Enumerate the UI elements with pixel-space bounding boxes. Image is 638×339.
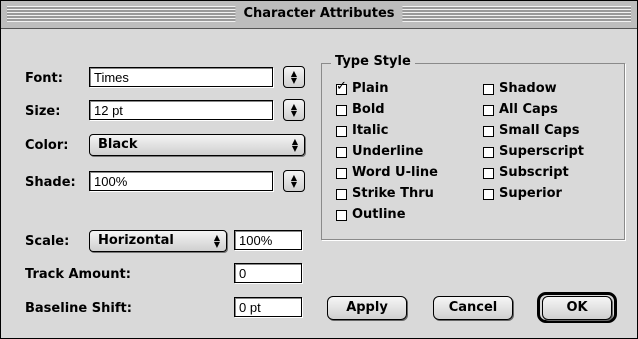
checkbox-box xyxy=(483,104,494,116)
checkmark-icon: ✓ xyxy=(336,78,347,94)
scale-mode-popup[interactable]: Horizontal ▲ ▼ xyxy=(89,230,227,252)
outline-label: Outline xyxy=(352,207,406,222)
font-field[interactable]: Times xyxy=(89,67,273,87)
font-menu-button[interactable]: ▲ ▼ xyxy=(283,66,305,88)
font-label: Font: xyxy=(25,71,63,86)
checkbox-box xyxy=(336,209,347,221)
checkbox-box xyxy=(336,104,347,116)
type-style-label: Type Style xyxy=(331,54,415,70)
track-amount-field[interactable]: 0 xyxy=(234,263,302,283)
up-down-arrows-icon: ▲ ▼ xyxy=(290,173,298,189)
checkbox-box xyxy=(483,167,494,179)
ok-button[interactable]: OK xyxy=(542,296,612,320)
bold-checkbox[interactable]: Bold xyxy=(336,102,385,118)
up-down-arrows-icon: ▲ ▼ xyxy=(290,69,298,85)
strike-thru-label: Strike Thru xyxy=(352,186,434,201)
baseline-shift-field[interactable]: 0 pt xyxy=(234,297,302,317)
small-caps-label: Small Caps xyxy=(499,123,580,138)
apply-button[interactable]: Apply xyxy=(327,296,407,320)
word-underline-label: Word U-line xyxy=(352,165,438,180)
shade-menu-button[interactable]: ▲ ▼ xyxy=(283,170,305,192)
character-attributes-dialog: Character Attributes Font: Times ▲ ▼ Size… xyxy=(0,0,638,339)
checkbox-box xyxy=(336,188,347,200)
up-down-arrows-icon: ▲ ▼ xyxy=(213,233,220,249)
up-down-arrows-icon: ▲ ▼ xyxy=(290,102,298,118)
shadow-checkbox[interactable]: Shadow xyxy=(483,81,557,97)
up-down-arrows-icon: ▲ ▼ xyxy=(291,137,298,153)
plain-label: Plain xyxy=(352,81,389,96)
superior-checkbox[interactable]: Superior xyxy=(483,186,562,202)
outline-checkbox[interactable]: Outline xyxy=(336,207,406,223)
underline-checkbox[interactable]: Underline xyxy=(336,144,423,160)
all-caps-label: All Caps xyxy=(499,102,558,117)
track-amount-label: Track Amount: xyxy=(25,267,131,282)
size-menu-button[interactable]: ▲ ▼ xyxy=(283,99,305,121)
scale-field[interactable]: 100% xyxy=(234,230,302,250)
scale-mode-value: Horizontal xyxy=(98,233,174,248)
checkbox-box xyxy=(483,188,494,200)
checkbox-box xyxy=(336,146,347,158)
title-bar[interactable]: Character Attributes xyxy=(1,1,637,29)
scale-label: Scale: xyxy=(25,234,70,249)
subscript-checkbox[interactable]: Subscript xyxy=(483,165,569,181)
window-title: Character Attributes xyxy=(235,5,403,23)
size-field[interactable]: 12 pt xyxy=(89,100,273,120)
shadow-label: Shadow xyxy=(499,81,557,96)
italic-checkbox[interactable]: Italic xyxy=(336,123,388,139)
size-label: Size: xyxy=(25,104,61,119)
small-caps-checkbox[interactable]: Small Caps xyxy=(483,123,579,139)
italic-label: Italic xyxy=(352,123,389,138)
checkbox-box: ✓ xyxy=(336,80,347,95)
color-label: Color: xyxy=(25,138,69,153)
checkbox-box xyxy=(336,125,347,137)
strike-thru-checkbox[interactable]: Strike Thru xyxy=(336,186,434,202)
baseline-shift-label: Baseline Shift: xyxy=(25,301,132,316)
all-caps-checkbox[interactable]: All Caps xyxy=(483,102,558,118)
bold-label: Bold xyxy=(352,102,385,117)
word-underline-checkbox[interactable]: Word U-line xyxy=(336,165,438,181)
cancel-button[interactable]: Cancel xyxy=(433,296,513,320)
checkbox-box xyxy=(483,83,494,95)
color-popup[interactable]: Black ▲ ▼ xyxy=(89,134,305,156)
superior-label: Superior xyxy=(499,186,562,201)
shade-label: Shade: xyxy=(25,175,76,190)
checkbox-box xyxy=(483,125,494,137)
superscript-label: Superscript xyxy=(499,144,584,159)
subscript-label: Subscript xyxy=(499,165,569,180)
color-value: Black xyxy=(98,137,138,152)
superscript-checkbox[interactable]: Superscript xyxy=(483,144,584,160)
plain-checkbox[interactable]: ✓ Plain xyxy=(336,80,389,97)
checkbox-box xyxy=(483,146,494,158)
shade-field[interactable]: 100% xyxy=(89,171,273,191)
underline-label: Underline xyxy=(352,144,424,159)
checkbox-box xyxy=(336,167,347,179)
